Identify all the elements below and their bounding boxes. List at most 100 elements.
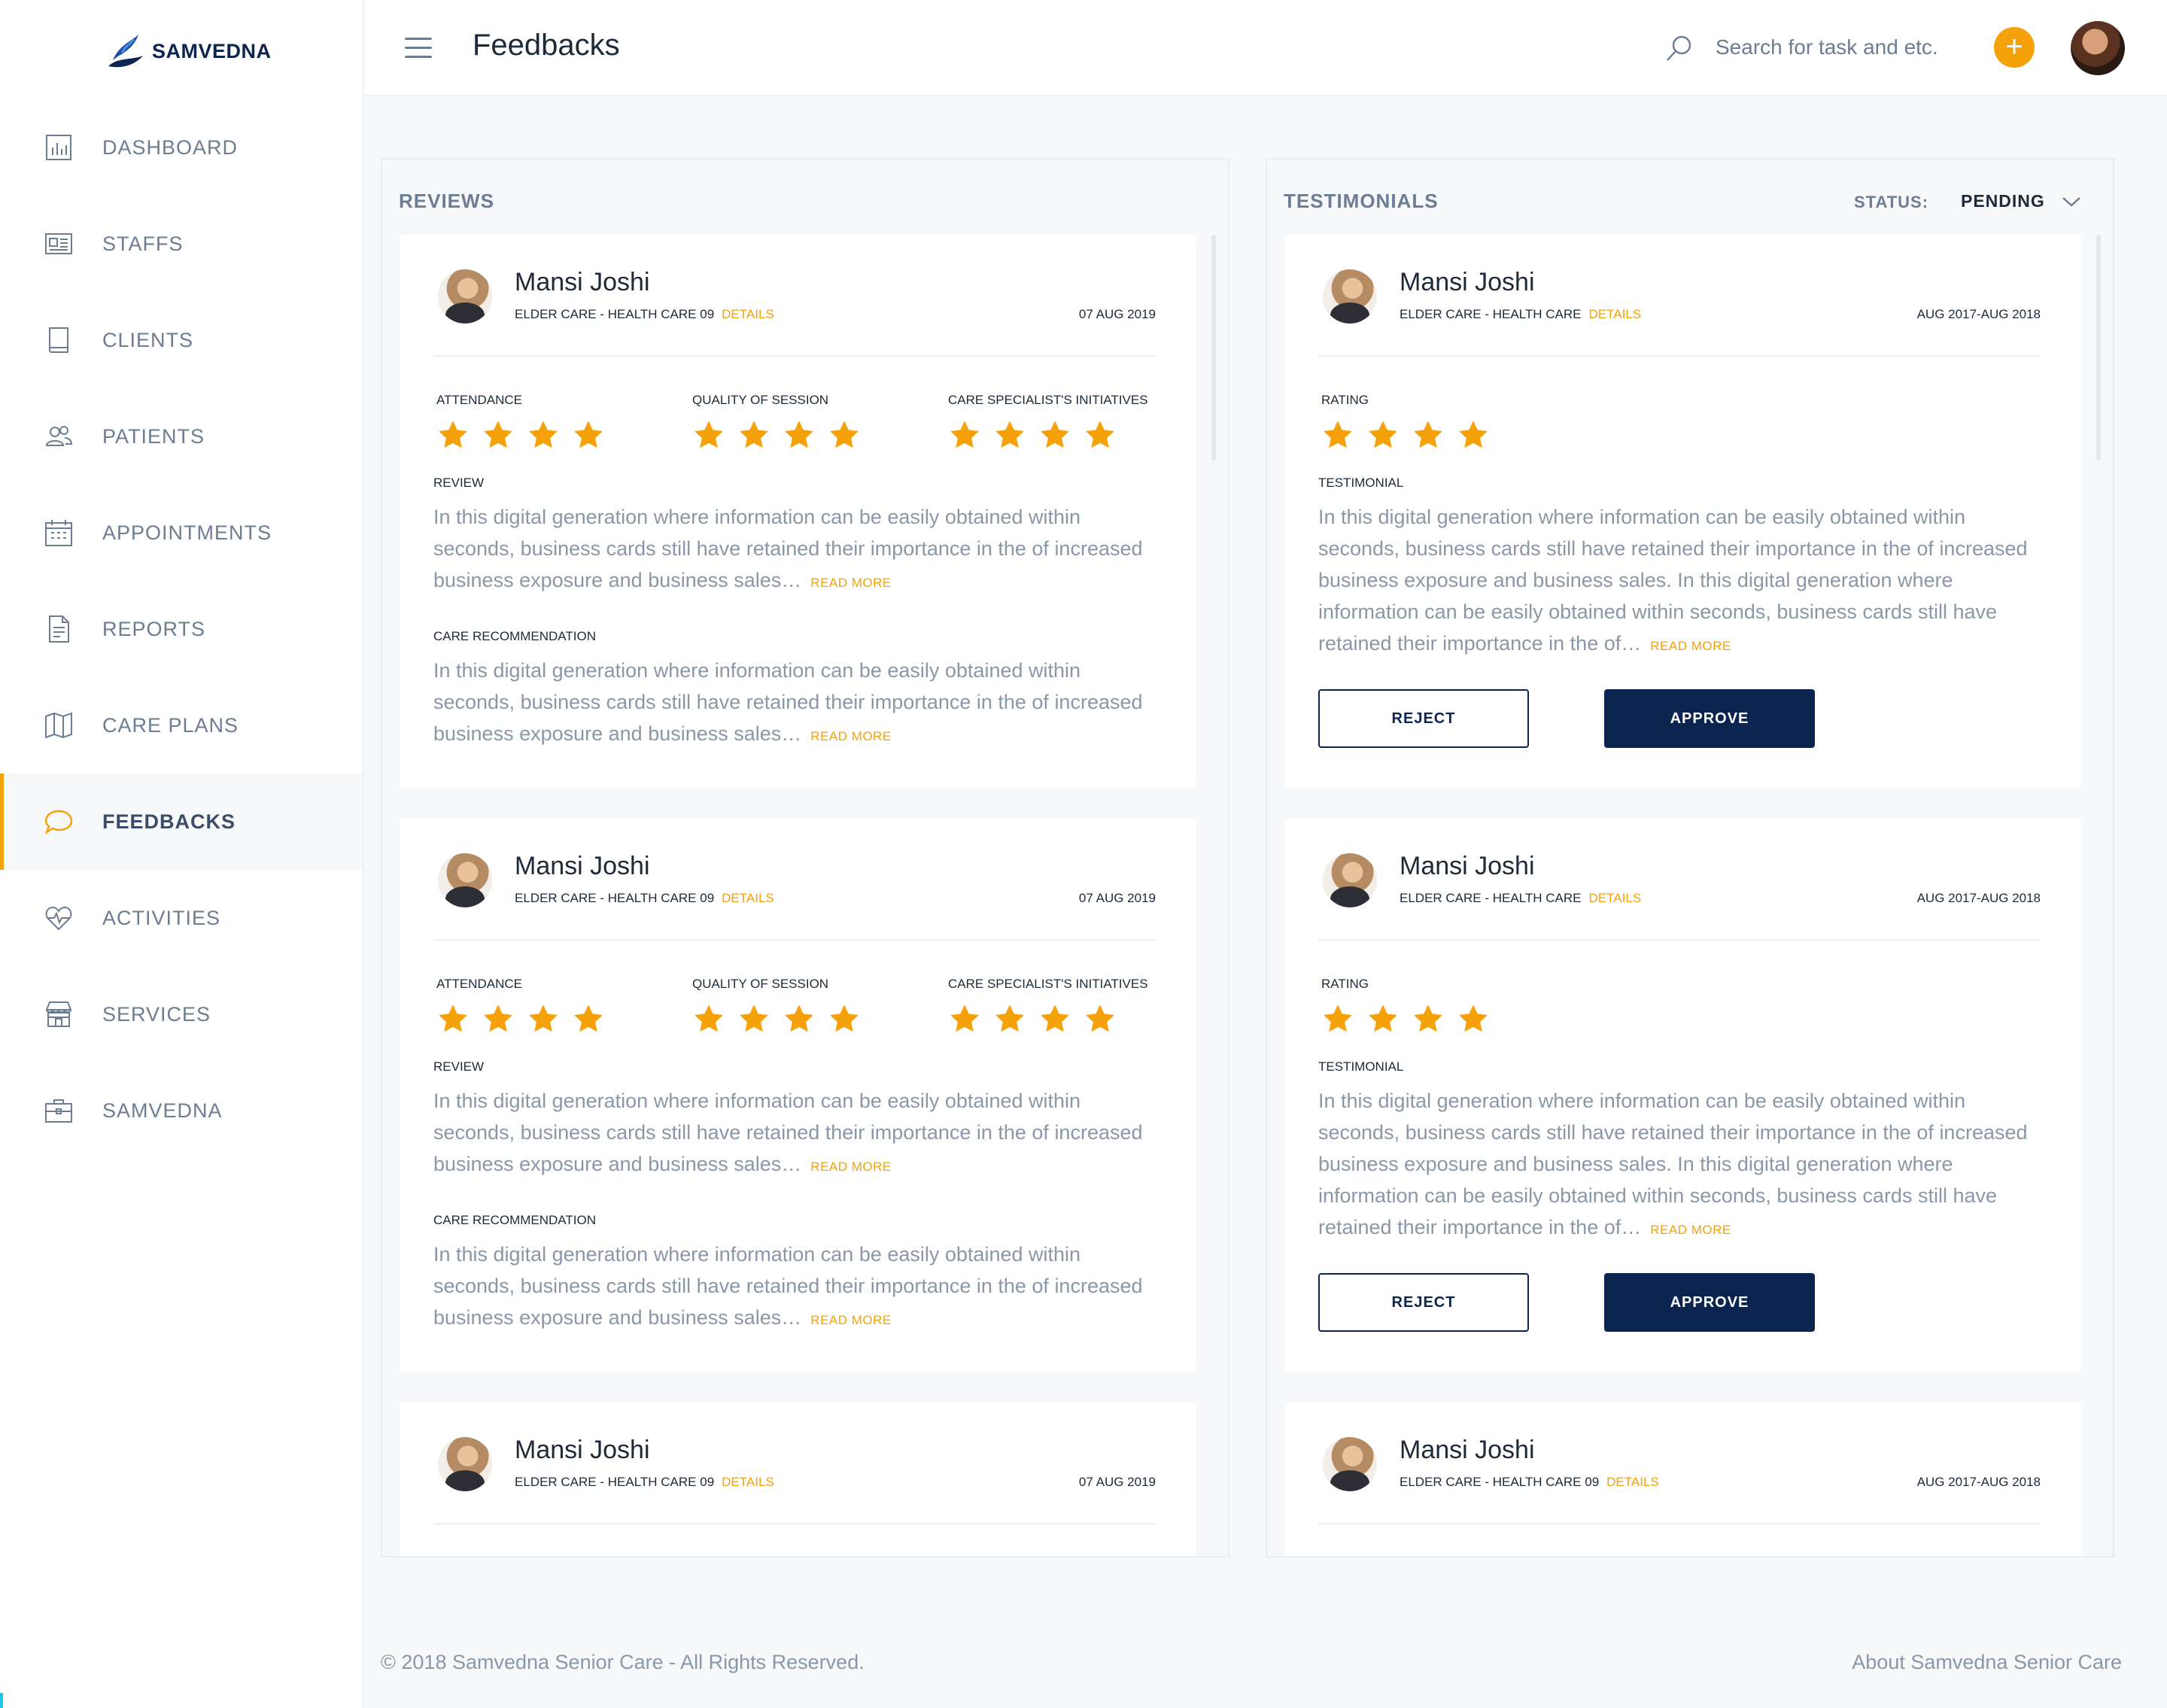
reviewer-name: Mansi Joshi [1400,268,1535,296]
star-icon [1457,418,1490,451]
review-date: 07 AUG 2019 [1078,891,1156,905]
service-label: ELDER CARE - HEALTH CARE [1400,307,1582,321]
page-title: Feedbacks [473,29,620,62]
reject-button[interactable]: REJECT [1318,1273,1529,1332]
approve-button[interactable]: APPROVE [1604,689,1815,748]
sidebar-item-care-plans[interactable]: CARE PLANS [0,677,363,773]
reviewer-avatar [1323,1437,1377,1491]
rating-label: RATING [1321,977,1369,991]
service-label: ELDER CARE - HEALTH CARE 09 [515,307,715,321]
reject-button[interactable]: REJECT [1318,689,1529,748]
read-more-link[interactable]: READ MORE [810,729,891,743]
testimonials-scrollbar[interactable] [2096,235,2101,460]
card-divider [1318,1523,2041,1524]
sidebar-item-samvedna[interactable]: SAMVEDNA [0,1062,363,1159]
user-avatar[interactable] [2071,21,2125,75]
star-icon [783,418,816,451]
rating-attendance: ATTENDANCE [436,393,605,451]
rating-label: CARE SPECIALIST'S INITIATIVES [948,393,1148,407]
testimonial-date-range: AUG 2017-AUG 2018 [1916,307,2041,321]
reviews-title: REVIEWS [399,190,494,212]
reviewer-avatar [438,269,492,324]
footer-about-link[interactable]: About Samvedna Senior Care [1852,1651,2122,1674]
details-link[interactable]: DETAILS [1589,891,1642,905]
rating-overall: RATING [1321,393,1490,451]
status-value: PENDING [1961,191,2045,211]
star-icon [828,418,861,451]
star-rating [692,418,861,451]
reviewer-service: ELDER CARE - HEALTH CARE DETAILS [1400,307,1641,322]
sidebar-item-services[interactable]: SERVICES [0,966,363,1062]
star-icon [948,1002,981,1035]
edge-marker [0,1693,3,1708]
review-text: In this digital generation where informa… [433,501,1156,599]
document-icon [44,614,74,644]
sidebar-item-reports[interactable]: REPORTS [0,581,363,677]
read-more-link[interactable]: READ MORE [810,1159,891,1174]
sidebar-item-appointments[interactable]: APPOINTMENTS [0,485,363,581]
search-icon[interactable] [1664,33,1694,63]
read-more-link[interactable]: READ MORE [810,1313,891,1327]
star-icon [572,1002,605,1035]
read-more-link[interactable]: READ MORE [1650,1223,1731,1237]
star-rating [1321,418,1490,451]
details-link[interactable]: DETAILS [722,891,774,905]
rating-label: RATING [1321,393,1369,407]
review-card: Mansi Joshi ELDER CARE - HEALTH CARE 09 D… [400,1403,1196,1556]
card-divider [433,1523,1156,1524]
search-input[interactable] [1714,30,1965,65]
testimonial-label: TESTIMONIAL [1318,476,1404,490]
samvedna-logo-icon [108,35,143,68]
reviewer-avatar [1323,269,1377,324]
sidebar-item-dashboard[interactable]: DASHBOARD [0,99,363,196]
brand-logo[interactable]: SAMVEDNA [102,30,272,72]
reviews-panel: REVIEWS Mansi Joshi ELDER CARE - HEALTH … [381,158,1229,1558]
star-icon [436,1002,470,1035]
card-divider [1318,939,2041,941]
sidebar-item-label: STAFFS [102,232,184,255]
star-icon [1321,418,1354,451]
sidebar-item-patients[interactable]: PATIENTS [0,388,363,485]
read-more-link[interactable]: READ MORE [810,576,891,590]
sidebar-item-staffs[interactable]: STAFFS [0,196,363,292]
star-icon [1412,1002,1445,1035]
reviewer-service: ELDER CARE - HEALTH CARE 09 DETAILS [515,1475,774,1490]
review-body: In this digital generation where informa… [433,506,1143,591]
star-icon [783,1002,816,1035]
testimonial-card: Mansi Joshi ELDER CARE - HEALTH CARE DETA… [1285,819,2081,1372]
sidebar-item-label: REPORTS [102,617,206,640]
book-icon [44,325,74,355]
details-link[interactable]: DETAILS [722,307,774,321]
chat-bubble-icon [44,807,74,837]
reviews-scrollbar[interactable] [1211,235,1216,460]
sidebar-item-activities[interactable]: ACTIVITIES [0,870,363,966]
details-link[interactable]: DETAILS [1606,1475,1659,1489]
sidebar-item-clients[interactable]: CLIENTS [0,292,363,388]
status-dropdown[interactable]: PENDING [1961,191,2081,211]
store-icon [44,999,74,1029]
heart-pulse-icon [44,903,74,933]
chart-icon [44,132,74,163]
footer-copyright: © 2018 Samvedna Senior Care - All Rights… [381,1651,865,1673]
review-label: REVIEW [433,1059,485,1074]
testimonial-card: Mansi Joshi ELDER CARE - HEALTH CARE 09 D… [1285,1403,2081,1556]
add-button[interactable]: + [1994,27,2035,68]
menu-toggle-icon[interactable] [405,38,432,59]
reviewer-name: Mansi Joshi [515,1436,650,1464]
brand-name: SAMVEDNA [152,39,272,62]
reviewer-name: Mansi Joshi [1400,852,1535,880]
testimonial-card: Mansi Joshi ELDER CARE - HEALTH CARE DETA… [1285,235,2081,789]
review-label: REVIEW [433,476,485,490]
review-body: In this digital generation where informa… [433,1090,1143,1175]
care-recommendation-label: CARE RECOMMENDATION [433,629,596,643]
star-icon [1366,418,1400,451]
approve-button[interactable]: APPROVE [1604,1273,1815,1332]
calendar-icon [44,518,74,548]
sidebar-item-feedbacks[interactable]: FEEDBACKS [0,773,363,870]
star-rating [436,418,605,451]
rating-care-specialist-initiatives: CARE SPECIALIST'S INITIATIVES [948,977,1148,1035]
read-more-link[interactable]: READ MORE [1650,639,1731,653]
details-link[interactable]: DETAILS [1589,307,1642,321]
details-link[interactable]: DETAILS [722,1475,774,1489]
testimonial-date-range: AUG 2017-AUG 2018 [1916,1475,2041,1489]
